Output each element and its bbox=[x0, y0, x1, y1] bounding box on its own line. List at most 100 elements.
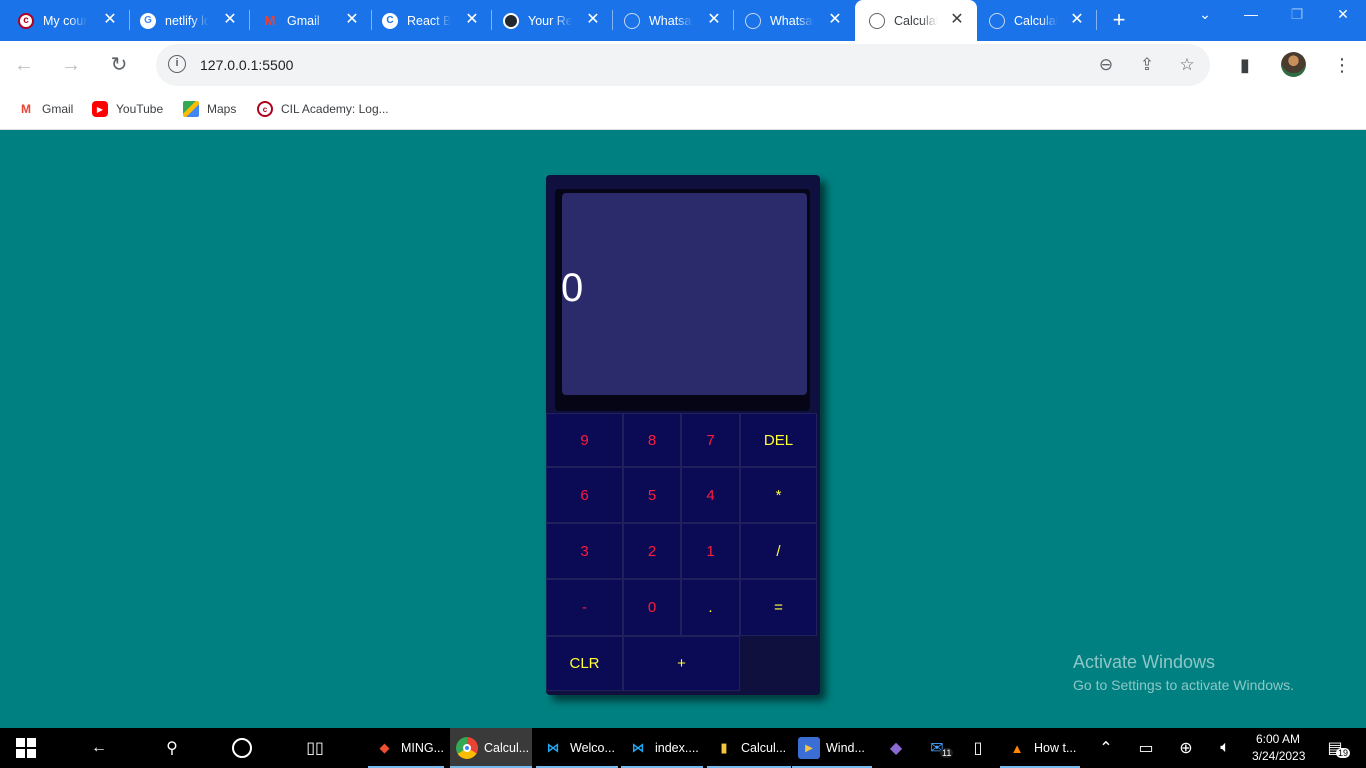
bookmark-gmail[interactable]: M Gmail bbox=[18, 100, 73, 118]
taskbar-app-label: index.... bbox=[655, 741, 699, 755]
tab-search-chevron-icon[interactable]: ⌄ bbox=[1182, 0, 1228, 30]
tab-whatsapp-2[interactable]: Whatsap ✕ bbox=[727, 0, 855, 41]
network-globe-icon[interactable]: ⊕ bbox=[1175, 728, 1197, 768]
taskbar-clock[interactable]: 6:00 AM 3/24/2023 bbox=[1252, 731, 1305, 765]
profile-avatar[interactable] bbox=[1281, 52, 1306, 77]
close-icon[interactable]: ✕ bbox=[949, 12, 965, 28]
tab-label: Calculat bbox=[1014, 13, 1058, 28]
close-icon[interactable]: ✕ bbox=[585, 12, 601, 28]
windows-start-icon[interactable] bbox=[16, 728, 36, 768]
key-divide[interactable]: / bbox=[740, 523, 817, 579]
key-delete[interactable]: DEL bbox=[740, 413, 817, 467]
calculator-display-value: 0 bbox=[561, 266, 584, 310]
github-icon bbox=[503, 12, 519, 29]
close-icon[interactable]: ✕ bbox=[464, 12, 480, 28]
tab-label: My cour bbox=[43, 13, 87, 28]
address-bar[interactable]: i 127.0.0.1:5500 ⊖ ⇪ ☆ bbox=[156, 44, 1210, 86]
tab-gmail[interactable]: M Gmail ✕ bbox=[244, 0, 372, 41]
key-multiply[interactable]: * bbox=[740, 467, 817, 523]
close-icon[interactable]: ✕ bbox=[827, 12, 843, 28]
battery-icon[interactable]: ▭ bbox=[1135, 728, 1157, 768]
bookmarks-bar: M Gmail ▶ YouTube Maps c CIL Academy: Lo… bbox=[0, 88, 1366, 130]
key-3[interactable]: 3 bbox=[546, 523, 623, 579]
tab-github[interactable]: Your Rep ✕ bbox=[485, 0, 613, 41]
minimize-button[interactable]: — bbox=[1228, 0, 1274, 30]
key-8[interactable]: 8 bbox=[623, 413, 681, 467]
notification-icon[interactable]: ▤ 19 bbox=[1324, 728, 1351, 768]
taskbar-app-vscode-welcome[interactable]: ⋈ Welco... bbox=[536, 728, 618, 768]
close-window-button[interactable]: ✕ bbox=[1320, 0, 1366, 30]
mail-icon[interactable]: ✉ 11 bbox=[926, 728, 954, 768]
activate-windows-watermark: Activate Windows Go to Settings to activ… bbox=[1073, 652, 1294, 693]
volume-icon[interactable]: 🔈︎ bbox=[1214, 728, 1236, 768]
cortana-icon[interactable] bbox=[232, 728, 252, 768]
document-icon[interactable]: ▯ bbox=[967, 728, 989, 768]
taskbar-app-label: Calcul... bbox=[484, 741, 530, 755]
taskbar-app-vlc[interactable]: ▲ How t... bbox=[1000, 728, 1080, 768]
taskbar-app-mingw[interactable]: ◆ MING... bbox=[368, 728, 444, 768]
close-icon[interactable]: ✕ bbox=[706, 12, 722, 28]
folder-icon: ▮ bbox=[720, 740, 728, 755]
tab-label: netlify lo bbox=[165, 13, 209, 28]
git-icon: ◆ bbox=[379, 740, 390, 755]
maps-icon bbox=[183, 101, 199, 117]
site-info-icon[interactable]: i bbox=[168, 55, 186, 73]
tab-strip: c My cour ✕ G netlify lo ✕ M Gmail ✕ C R… bbox=[0, 0, 1366, 41]
key-clear[interactable]: CLR bbox=[546, 636, 623, 691]
key-plus[interactable]: + bbox=[623, 636, 740, 691]
key-5[interactable]: 5 bbox=[623, 467, 681, 523]
key-decimal[interactable]: . bbox=[681, 579, 740, 636]
key-1[interactable]: 1 bbox=[681, 523, 740, 579]
close-icon[interactable]: ✕ bbox=[344, 12, 360, 28]
vscode-icon: ⋈ bbox=[546, 740, 560, 755]
close-icon[interactable]: ✕ bbox=[102, 12, 118, 28]
globe-icon bbox=[745, 12, 761, 29]
tab-react[interactable]: C React Ba ✕ bbox=[364, 0, 492, 41]
key-0[interactable]: 0 bbox=[623, 579, 681, 636]
tab-calculator-2[interactable]: Calculat ✕ bbox=[977, 0, 1097, 41]
tab-whatsapp-1[interactable]: Whatsap ✕ bbox=[606, 0, 734, 41]
taskbar-app-vscode-index[interactable]: ⋈ index.... bbox=[621, 728, 703, 768]
tab-netlify[interactable]: G netlify lo ✕ bbox=[122, 0, 250, 41]
taskbar-app-media[interactable]: ▶ Wind... bbox=[792, 728, 872, 768]
side-panel-icon[interactable]: ▮ bbox=[1233, 53, 1257, 77]
tab-label: Your Rep bbox=[528, 13, 572, 28]
key-equals[interactable]: = bbox=[740, 579, 817, 636]
taskbar-app-chrome[interactable]: Calcul... bbox=[450, 728, 532, 768]
bookmark-star-icon[interactable]: ☆ bbox=[1176, 54, 1198, 76]
git-icon[interactable]: ◆ bbox=[885, 728, 907, 768]
close-icon[interactable]: ✕ bbox=[222, 12, 238, 28]
tab-label: Whatsap bbox=[649, 13, 693, 28]
new-tab-button[interactable]: + bbox=[1106, 8, 1132, 34]
search-icon[interactable]: ⚲ bbox=[161, 728, 183, 768]
key-4[interactable]: 4 bbox=[681, 467, 740, 523]
tray-chevron-up-icon[interactable]: ⌃ bbox=[1095, 728, 1117, 768]
tab-label: React Ba bbox=[407, 13, 451, 28]
back-arrow-icon[interactable]: ← bbox=[88, 728, 110, 768]
key-9[interactable]: 9 bbox=[546, 413, 623, 467]
tab-my-courses[interactable]: c My cour ✕ bbox=[0, 0, 130, 41]
bookmark-cil-academy[interactable]: c CIL Academy: Log... bbox=[257, 100, 389, 118]
close-icon[interactable]: ✕ bbox=[1069, 12, 1085, 28]
cil-academy-icon: c bbox=[257, 101, 273, 117]
key-7[interactable]: 7 bbox=[681, 413, 740, 467]
react-icon: C bbox=[382, 12, 398, 29]
clock-time: 6:00 AM bbox=[1255, 732, 1301, 746]
bookmark-maps[interactable]: Maps bbox=[183, 100, 236, 118]
tab-calculator-active[interactable]: Calculat ✕ bbox=[855, 0, 977, 41]
taskbar-app-file-explorer[interactable]: ▮ Calcul... bbox=[707, 728, 791, 768]
forward-arrow-icon[interactable]: → bbox=[56, 50, 86, 80]
zoom-out-icon[interactable]: ⊖ bbox=[1095, 54, 1117, 76]
url-text[interactable]: 127.0.0.1:5500 bbox=[200, 57, 293, 73]
google-icon: G bbox=[140, 12, 156, 29]
reload-icon[interactable]: ↻ bbox=[104, 50, 134, 80]
more-menu-icon[interactable]: ⋮ bbox=[1330, 53, 1354, 77]
key-2[interactable]: 2 bbox=[623, 523, 681, 579]
task-view-icon[interactable]: ▯▯ bbox=[304, 728, 326, 768]
bookmark-youtube[interactable]: ▶ YouTube bbox=[92, 100, 163, 118]
key-6[interactable]: 6 bbox=[546, 467, 623, 523]
back-arrow-icon[interactable]: ← bbox=[9, 50, 39, 80]
share-icon[interactable]: ⇪ bbox=[1136, 54, 1158, 76]
key-minus[interactable]: - bbox=[546, 579, 623, 636]
restore-button[interactable]: ❐ bbox=[1274, 0, 1320, 30]
